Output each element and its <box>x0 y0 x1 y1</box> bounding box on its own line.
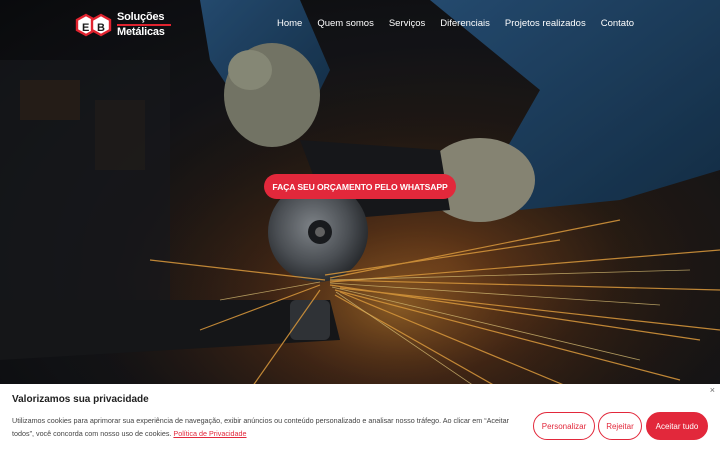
nav-item-diferenciais[interactable]: Diferenciais <box>440 18 490 29</box>
logo-hexagons-icon: E B <box>75 13 112 37</box>
cookie-banner-text: Utilizamos cookies para aprimorar sua ex… <box>12 415 524 440</box>
close-icon[interactable]: × <box>710 385 715 395</box>
whatsapp-quote-button[interactable]: FAÇA SEU ORÇAMENTO PELO WHATSAPP <box>264 174 456 199</box>
cookie-description: Utilizamos cookies para aprimorar sua ex… <box>12 416 510 438</box>
nav-item-servicos[interactable]: Serviços <box>389 18 425 29</box>
site-logo[interactable]: E B Soluções Metálicas <box>74 9 174 41</box>
logo-line-2: Metálicas <box>117 25 165 38</box>
hero-background-image <box>0 0 720 450</box>
cookie-banner: × Valorizamos sua privacidade Utilizamos… <box>0 384 720 450</box>
privacy-policy-link[interactable]: Política de Privacidade <box>173 429 246 438</box>
nav-item-quem-somos[interactable]: Quem somos <box>317 18 374 29</box>
hero-section: E B Soluções Metálicas Home Quem somos S… <box>0 0 720 450</box>
site-header: E B Soluções Metálicas Home Quem somos S… <box>0 0 720 50</box>
nav-item-contato[interactable]: Contato <box>601 18 634 29</box>
main-nav: Home Quem somos Serviços Diferenciais Pr… <box>277 18 634 29</box>
accept-all-button[interactable]: Aceitar tudo <box>646 412 708 440</box>
customize-button[interactable]: Personalizar <box>533 412 595 440</box>
svg-text:B: B <box>97 22 105 34</box>
cookie-banner-title: Valorizamos sua privacidade <box>12 394 149 405</box>
logo-wordmark: Soluções Metálicas <box>117 12 171 38</box>
svg-text:E: E <box>82 22 89 34</box>
reject-button[interactable]: Rejeitar <box>598 412 642 440</box>
nav-item-projetos[interactable]: Projetos realizados <box>505 18 586 29</box>
nav-item-home[interactable]: Home <box>277 18 302 29</box>
logo-line-1: Soluções <box>117 11 165 24</box>
